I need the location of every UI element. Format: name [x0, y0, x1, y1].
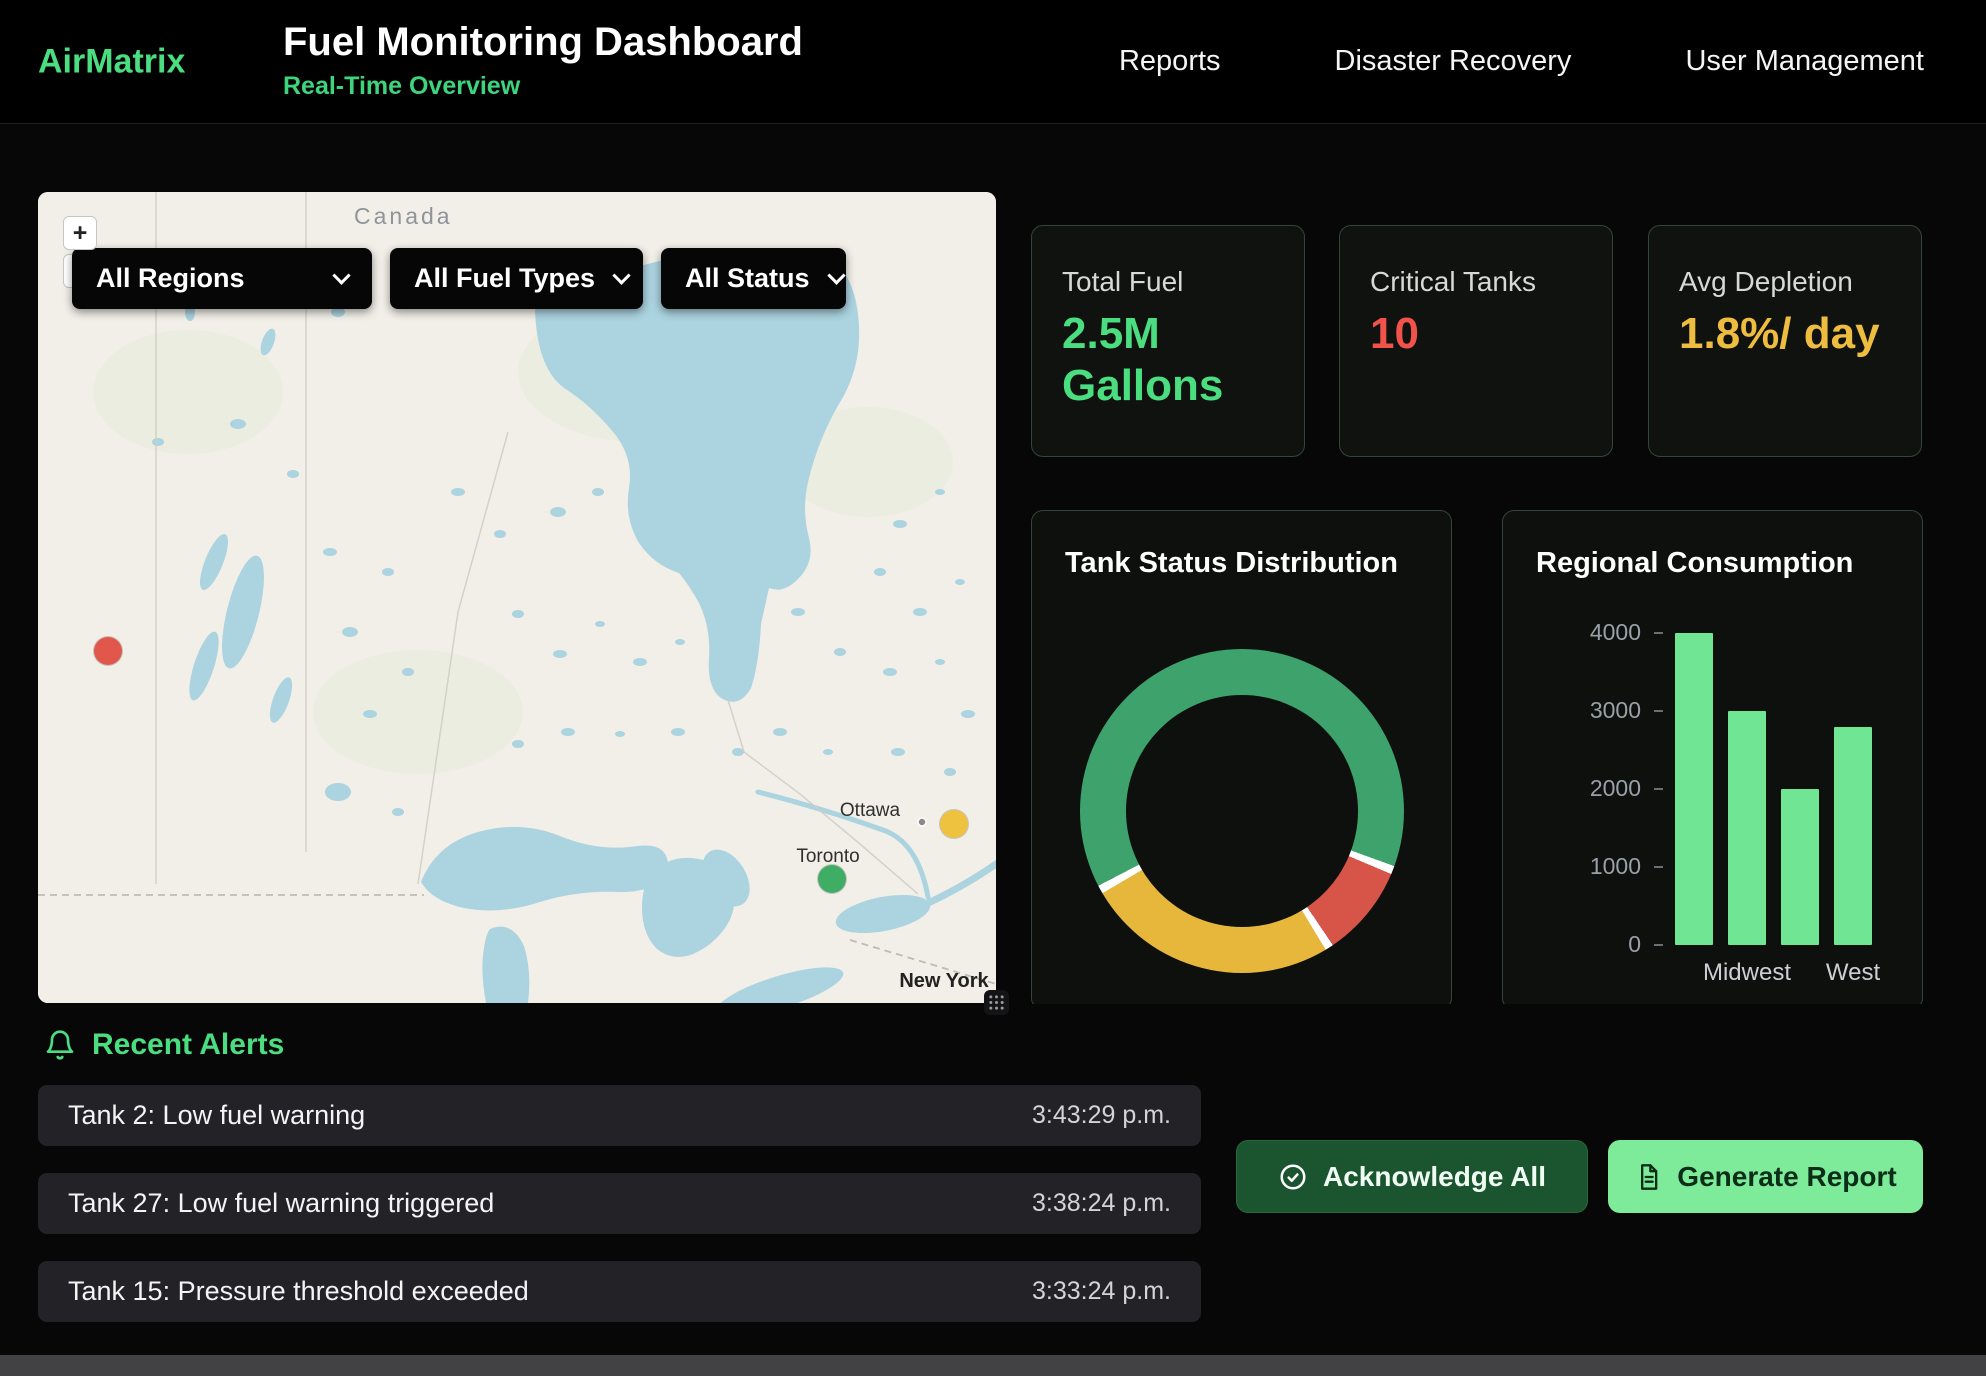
stat-card-avg-depletion: Avg Depletion 1.8%/ day — [1648, 225, 1922, 457]
tank-marker-toronto[interactable] — [818, 865, 846, 893]
alert-message: Tank 2: Low fuel warning — [68, 1100, 365, 1131]
donut-hole — [1126, 695, 1358, 927]
recent-alerts-section: Recent Alerts Tank 2: Low fuel warning 3… — [0, 1004, 1986, 1355]
y-tick-mark — [1654, 944, 1663, 946]
alert-row[interactable]: Tank 2: Low fuel warning 3:43:29 p.m. — [38, 1085, 1201, 1146]
map-filter-bar: All Regions All Fuel Types All Status — [72, 248, 846, 309]
stat-card-critical-tanks: Critical Tanks 10 — [1339, 225, 1613, 457]
chevron-down-icon — [332, 266, 350, 284]
brand-logo[interactable]: AirMatrix — [38, 42, 185, 81]
check-circle-icon — [1278, 1162, 1308, 1192]
y-tick-label: 2000 — [1590, 775, 1641, 802]
y-tick-label: 4000 — [1590, 619, 1641, 646]
tank-status-donut — [1080, 649, 1404, 973]
y-tick-label: 3000 — [1590, 697, 1641, 724]
tank-status-title: Tank Status Distribution — [1065, 547, 1398, 580]
chevron-down-icon — [612, 266, 630, 284]
bar-3 — [1834, 727, 1872, 945]
page-title: Fuel Monitoring Dashboard — [283, 20, 803, 65]
generate-report-button[interactable]: Generate Report — [1608, 1140, 1923, 1213]
bar-1 — [1728, 711, 1766, 945]
regional-consumption-plot — [1675, 633, 1872, 945]
tank-marker-critical[interactable] — [94, 637, 122, 665]
title-block: Fuel Monitoring Dashboard Real-Time Over… — [283, 20, 803, 101]
y-tick-mark — [1654, 632, 1663, 634]
alert-timestamp: 3:33:24 p.m. — [1032, 1277, 1171, 1306]
x-category-label: West — [1826, 959, 1880, 987]
generate-report-label: Generate Report — [1677, 1161, 1896, 1193]
nav-user-management[interactable]: User Management — [1685, 45, 1924, 78]
filter-fuel-types-label: All Fuel Types — [414, 263, 595, 294]
alert-timestamp: 3:43:29 p.m. — [1032, 1101, 1171, 1130]
window-bottom-strip — [0, 1355, 1986, 1376]
map-resize-handle[interactable] — [984, 990, 1009, 1015]
document-icon — [1634, 1163, 1662, 1191]
main-nav: Reports Disaster Recovery User Managemen… — [1119, 0, 1924, 123]
map-label-canada: Canada — [354, 203, 453, 229]
stat-value: 2.5M Gallons — [1062, 308, 1274, 412]
tank-marker-ottawa[interactable] — [940, 810, 968, 838]
regional-consumption-x-axis: MidwestWest — [1675, 953, 1872, 987]
map-label-ottawa: Ottawa — [840, 800, 901, 821]
regional-consumption-card: Regional Consumption 0 1000 2000 3000 4000 M… — [1502, 510, 1923, 1010]
y-tick-label: 0 — [1628, 931, 1641, 958]
alert-timestamp: 3:38:24 p.m. — [1032, 1189, 1171, 1218]
bar-2 — [1781, 789, 1819, 945]
page-subtitle: Real-Time Overview — [283, 72, 803, 101]
regional-consumption-title: Regional Consumption — [1536, 547, 1853, 580]
map-canvas: Canada Ottawa Toronto New York — [38, 192, 996, 1003]
tank-status-card: Tank Status Distribution — [1031, 510, 1452, 1010]
drag-dots-icon — [988, 994, 1005, 1011]
stat-label: Critical Tanks — [1370, 266, 1582, 298]
y-tick-label: 1000 — [1590, 853, 1641, 880]
nav-disaster-recovery[interactable]: Disaster Recovery — [1335, 45, 1572, 78]
chevron-down-icon — [827, 266, 845, 284]
app-header: AirMatrix Fuel Monitoring Dashboard Real… — [0, 0, 1986, 124]
stat-value: 1.8%/ day — [1679, 308, 1891, 360]
filter-regions-label: All Regions — [96, 263, 245, 294]
y-tick-mark — [1654, 788, 1663, 790]
stat-label: Avg Depletion — [1679, 266, 1891, 298]
ottawa-city-dot — [918, 818, 926, 826]
stat-card-total-fuel: Total Fuel 2.5M Gallons — [1031, 225, 1305, 457]
alert-row[interactable]: Tank 27: Low fuel warning triggered 3:38… — [38, 1173, 1201, 1234]
y-tick-mark — [1654, 866, 1663, 868]
filter-status-label: All Status — [685, 263, 810, 294]
bar-0 — [1675, 633, 1713, 945]
bell-icon — [44, 1029, 76, 1061]
nav-reports[interactable]: Reports — [1119, 45, 1221, 78]
map-label-new-york: New York — [899, 970, 989, 992]
regional-consumption-y-axis: 01000200030004000 — [1543, 633, 1655, 945]
acknowledge-all-label: Acknowledge All — [1323, 1161, 1546, 1193]
alert-message: Tank 27: Low fuel warning triggered — [68, 1188, 494, 1219]
alerts-title: Recent Alerts — [92, 1028, 284, 1062]
stat-label: Total Fuel — [1062, 266, 1274, 298]
alerts-header: Recent Alerts — [44, 1028, 284, 1062]
map-label-toronto: Toronto — [796, 846, 859, 867]
x-category-label: Midwest — [1703, 959, 1791, 987]
alert-message: Tank 15: Pressure threshold exceeded — [68, 1276, 529, 1307]
alert-row[interactable]: Tank 15: Pressure threshold exceeded 3:3… — [38, 1261, 1201, 1322]
y-tick-mark — [1654, 710, 1663, 712]
filter-status-dropdown[interactable]: All Status — [661, 248, 846, 309]
acknowledge-all-button[interactable]: Acknowledge All — [1236, 1140, 1588, 1213]
map-zoom-in-button[interactable]: + — [63, 216, 97, 250]
filter-fuel-types-dropdown[interactable]: All Fuel Types — [390, 248, 643, 309]
filter-regions-dropdown[interactable]: All Regions — [72, 248, 372, 309]
stat-value: 10 — [1370, 308, 1582, 360]
fuel-map[interactable]: Canada Ottawa Toronto New York + − All R… — [38, 192, 996, 1003]
